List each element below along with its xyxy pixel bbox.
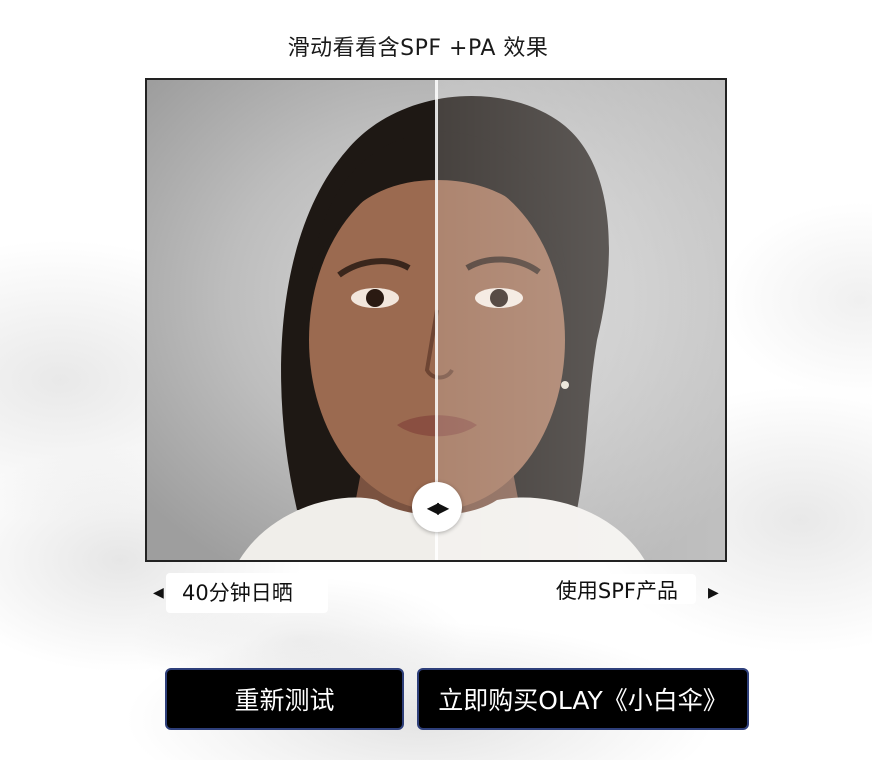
triangle-right-icon[interactable]: ▶ bbox=[708, 585, 719, 601]
spf-side-overlay bbox=[437, 80, 725, 560]
retest-button[interactable]: 重新测试 bbox=[165, 668, 404, 730]
before-label: 40分钟日晒 bbox=[166, 573, 328, 613]
after-label: 使用SPF产品 bbox=[434, 574, 696, 604]
comparison-frame[interactable]: ◀▶ bbox=[145, 78, 727, 562]
left-right-arrows-icon: ◀▶ bbox=[426, 497, 450, 517]
triangle-left-icon[interactable]: ◀ bbox=[153, 585, 164, 601]
slider-handle[interactable]: ◀▶ bbox=[412, 482, 462, 532]
page-title: 滑动看看含SPF +PA 效果 bbox=[287, 36, 549, 61]
buy-now-button[interactable]: 立即购买OLAY《小白伞》 bbox=[417, 668, 749, 730]
